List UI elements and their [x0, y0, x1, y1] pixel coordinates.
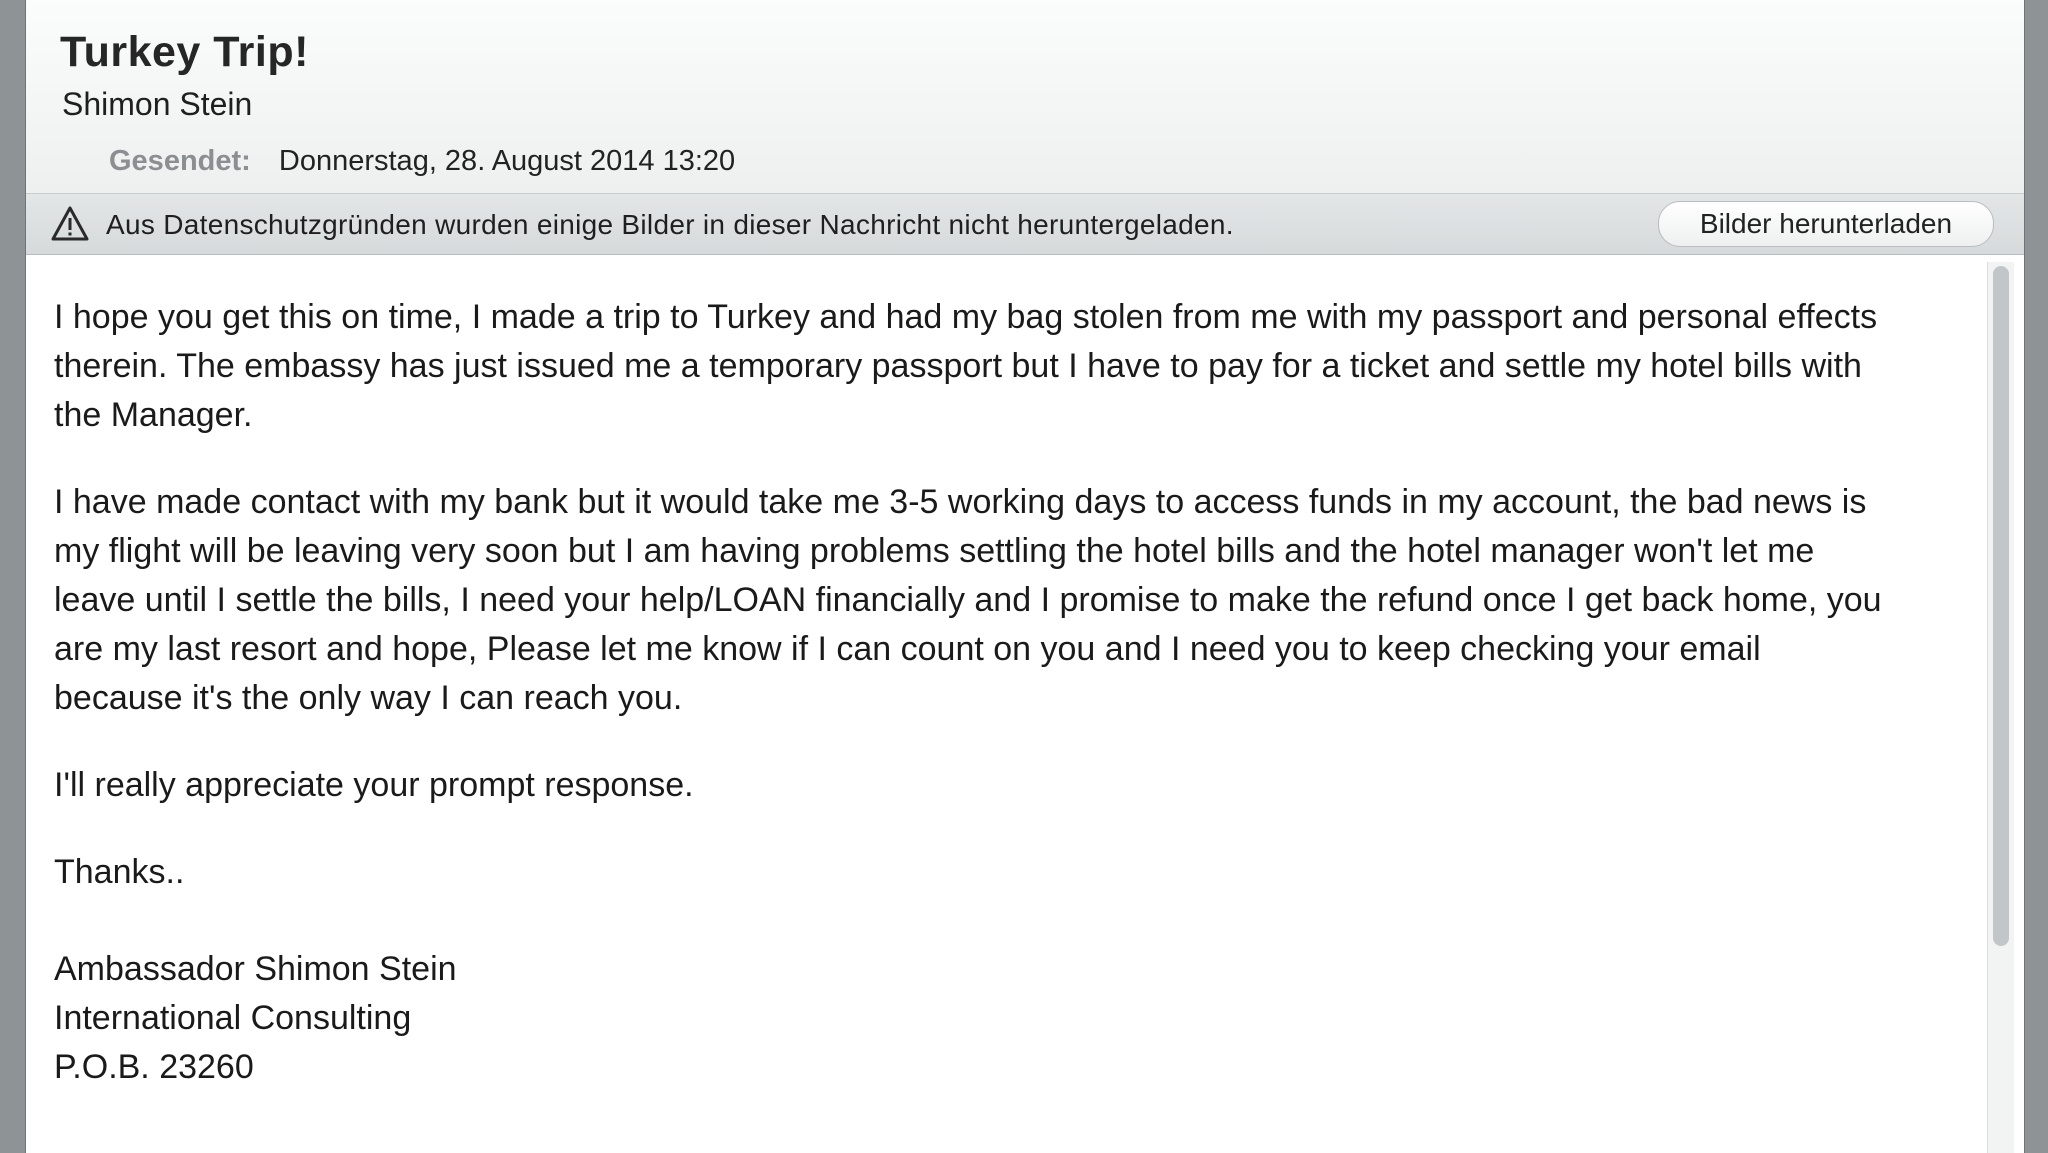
sent-date-value: Donnerstag, 28. August 2014 13:20	[278, 145, 736, 177]
privacy-banner-text: Aus Datenschutzgründen wurden einige Bil…	[106, 209, 1234, 240]
signature-line: P.O.B. 23260	[54, 1048, 254, 1086]
body-paragraph: I'll really appreciate your prompt respo…	[54, 766, 694, 804]
message-body-text: I hope you get this on time, I made a tr…	[54, 293, 1894, 1092]
message-header: Turkey Trip! Shimon Stein Gesendet: Donn…	[26, 0, 2024, 194]
mail-message-window: Turkey Trip! Shimon Stein Gesendet: Donn…	[26, 0, 2024, 1153]
warning-icon	[51, 206, 89, 241]
message-body: I hope you get this on time, I made a tr…	[26, 255, 1984, 1153]
closing-line: Thanks..	[54, 853, 185, 891]
message-subject: Turkey Trip!	[60, 28, 309, 76]
privacy-images-banner: Aus Datenschutzgründen wurden einige Bil…	[26, 194, 2024, 255]
sent-date-row: Gesendet: Donnerstag, 28. August 2014 13…	[109, 145, 735, 178]
sent-label: Gesendet:	[109, 145, 251, 177]
scrollbar-thumb[interactable]	[1993, 266, 2009, 946]
download-images-button[interactable]: Bilder herunterladen	[1658, 201, 1994, 247]
message-sender[interactable]: Shimon Stein	[62, 86, 252, 123]
signature-block: Ambassador Shimon Stein International Co…	[54, 945, 1894, 1092]
body-paragraph: I have made contact with my bank but it …	[54, 483, 1882, 717]
signature-line: International Consulting	[54, 999, 412, 1037]
body-paragraph: I hope you get this on time, I made a tr…	[54, 298, 1878, 434]
signature-line: Ambassador Shimon Stein	[54, 950, 457, 988]
vertical-scrollbar[interactable]	[1987, 262, 2014, 1153]
